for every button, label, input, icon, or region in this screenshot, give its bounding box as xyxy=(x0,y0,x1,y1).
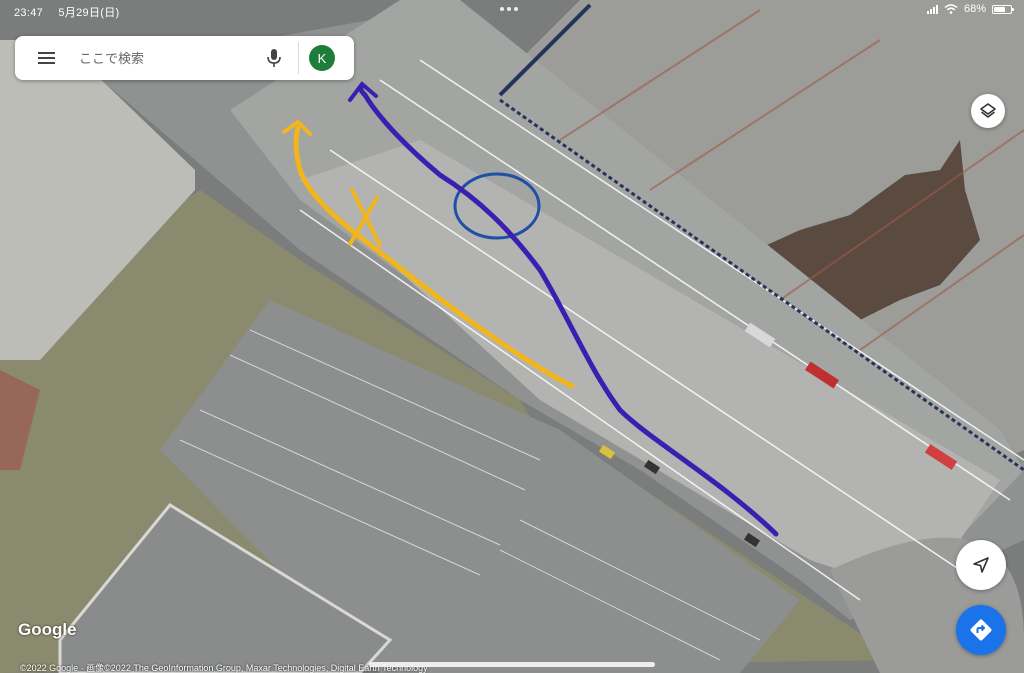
navigation-arrow-icon xyxy=(973,557,989,573)
layers-button[interactable] xyxy=(971,94,1005,128)
battery-icon xyxy=(992,4,1014,14)
google-logo: Google xyxy=(18,620,77,639)
status-right: 68% xyxy=(926,3,1014,15)
multitasking-dots[interactable] xyxy=(500,7,518,11)
menu-icon[interactable] xyxy=(38,52,55,64)
cellular-signal-icon xyxy=(926,4,938,14)
home-indicator[interactable] xyxy=(369,662,655,667)
microphone-icon[interactable] xyxy=(266,48,282,68)
status-bar: 23:47 5月29日(日) 68% xyxy=(0,0,1024,22)
status-left: 23:47 5月29日(日) xyxy=(14,4,131,20)
status-date: 5月29日(日) xyxy=(58,7,120,19)
account-avatar[interactable]: K xyxy=(309,45,335,71)
search-divider xyxy=(298,42,299,74)
battery-fill xyxy=(994,6,1005,12)
satellite-map[interactable] xyxy=(0,0,1024,673)
search-input[interactable] xyxy=(79,47,261,69)
attribution-text: ©2022 Google · 画像©2022 The GeoInformatio… xyxy=(20,663,428,673)
status-time: 23:47 xyxy=(14,7,44,19)
directions-icon xyxy=(970,619,992,641)
layers-icon xyxy=(980,103,996,118)
battery-percent: 68% xyxy=(963,3,986,15)
directions-button[interactable] xyxy=(956,605,1006,655)
locate-button[interactable] xyxy=(956,540,1006,590)
search-bar: K xyxy=(15,36,354,80)
wifi-icon xyxy=(944,4,958,14)
